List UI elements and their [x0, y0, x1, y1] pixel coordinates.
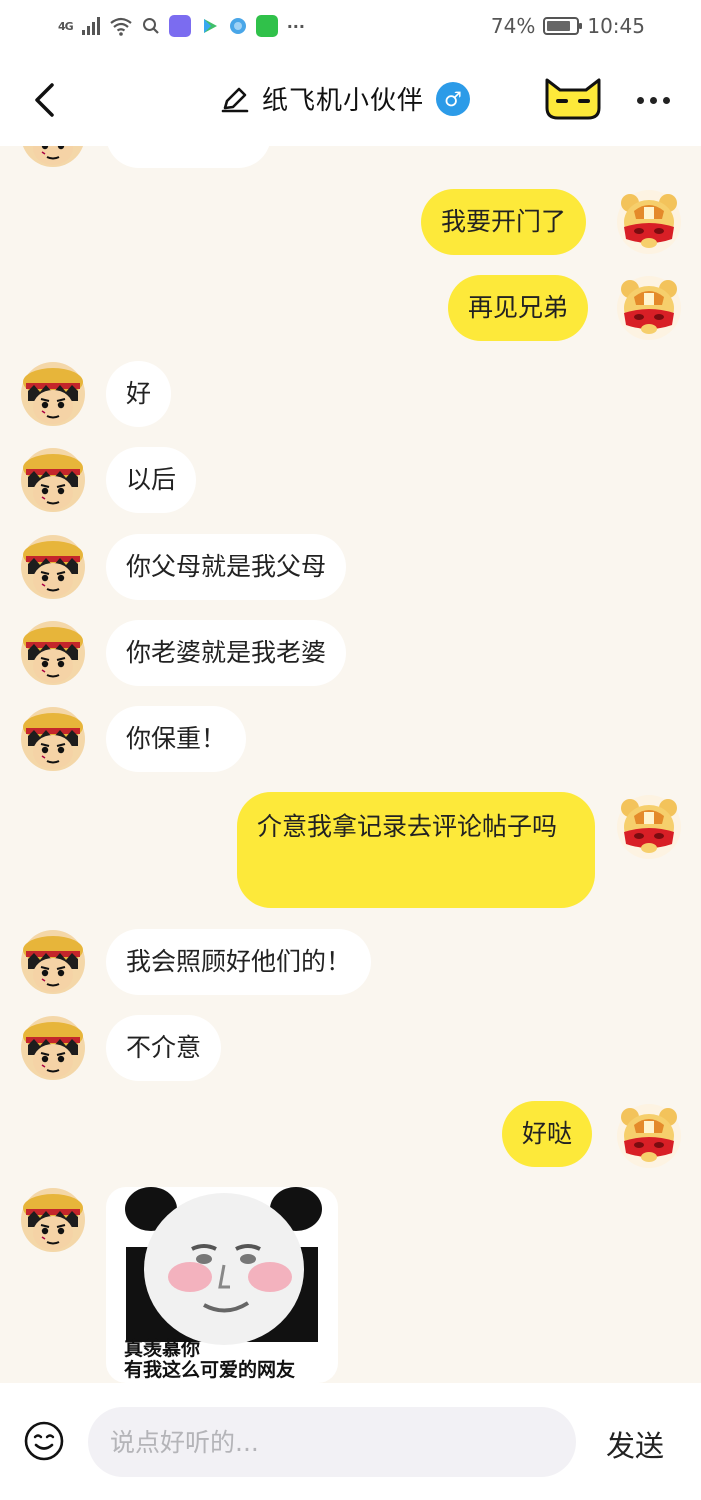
sticker-caption-line1: 真羡慕你 — [124, 1338, 201, 1360]
sticker-caption: 真羡慕你 有我这么可爱的网友 — [124, 1339, 295, 1381]
message-bubble[interactable]: 你老婆就是我老婆 — [106, 620, 347, 686]
partner-avatar[interactable] — [20, 534, 86, 600]
message-bubble[interactable]: 好 — [106, 361, 172, 427]
message-bubble[interactable]: 你是不错了 — [106, 146, 272, 168]
status-bar: 4G ··· 74% 10:45 — [0, 0, 701, 52]
browser-icon-blue — [229, 18, 246, 34]
chat-title-group[interactable]: 纸飞机小伙伴 ♂ — [220, 80, 471, 117]
gender-male-icon: ♂ — [436, 81, 471, 116]
message-input-bar: 发送 — [0, 1383, 701, 1500]
message-bubble[interactable]: 介意我拿记录去评论帖子吗 — [237, 792, 595, 908]
my-avatar[interactable] — [616, 1103, 682, 1169]
my-avatar[interactable] — [616, 794, 682, 860]
panda-meme-sticker[interactable]: 真羡慕你 有我这么可爱的网友 — [106, 1187, 338, 1383]
search-icon — [142, 18, 159, 34]
partner-avatar[interactable] — [20, 1015, 86, 1081]
smiley-face-icon — [24, 1421, 64, 1461]
message-bubble[interactable]: 我会照顾好他们的！ — [106, 929, 372, 995]
chat-message-list[interactable]: 你是不错了 我要开门了 再见兄弟 好 以后 你父母就是我父母 你老婆就是我老婆 … — [0, 146, 701, 1383]
message-bubble[interactable]: 以后 — [106, 447, 197, 513]
message-bubble[interactable]: 你父母就是我父母 — [106, 534, 347, 600]
chat-title: 纸飞机小伙伴 — [262, 86, 425, 116]
back-button[interactable] — [22, 78, 66, 122]
wifi-icon — [110, 17, 132, 36]
edit-pencil-icon — [221, 87, 249, 112]
anonymous-mask-button[interactable] — [544, 78, 602, 124]
message-bubble[interactable]: 好哒 — [502, 1101, 593, 1167]
mini-app-icon-purple — [168, 15, 191, 37]
more-options-button[interactable] — [630, 82, 676, 118]
signal-icon — [81, 17, 100, 35]
iqiyi-icon — [255, 15, 278, 37]
message-bubble[interactable]: 不介意 — [106, 1015, 222, 1081]
video-icon-green — [203, 19, 217, 33]
status-bar-right: 74% 10:45 — [491, 14, 645, 38]
chat-header: 纸飞机小伙伴 ♂ — [0, 52, 701, 146]
clock: 10:45 — [587, 14, 645, 38]
my-avatar[interactable] — [616, 275, 682, 341]
message-bubble[interactable]: 你保重！ — [106, 706, 247, 772]
more-status-icons: ··· — [286, 16, 305, 36]
send-button[interactable]: 发送 — [606, 1423, 664, 1465]
message-input[interactable] — [88, 1407, 576, 1477]
partner-avatar[interactable] — [20, 929, 86, 995]
partner-avatar[interactable] — [20, 620, 86, 686]
partner-avatar[interactable] — [20, 361, 86, 427]
message-bubble[interactable]: 再见兄弟 — [448, 275, 589, 341]
partner-avatar[interactable] — [20, 447, 86, 513]
emoji-button[interactable] — [24, 1421, 64, 1465]
partner-avatar[interactable] — [20, 146, 86, 168]
sticker-caption-line2: 有我这么可爱的网友 — [124, 1359, 296, 1381]
message-bubble[interactable]: 我要开门了 — [421, 189, 587, 255]
chevron-left-icon — [35, 83, 54, 117]
battery-icon — [543, 17, 583, 35]
partner-avatar[interactable] — [20, 1187, 86, 1253]
battery-percent: 74% — [490, 14, 536, 38]
status-bar-left: 4G ··· — [58, 15, 305, 37]
my-avatar[interactable] — [616, 189, 682, 255]
partner-avatar[interactable] — [20, 706, 86, 772]
network-type: 4G — [58, 19, 74, 33]
cat-mask-icon — [545, 78, 601, 120]
